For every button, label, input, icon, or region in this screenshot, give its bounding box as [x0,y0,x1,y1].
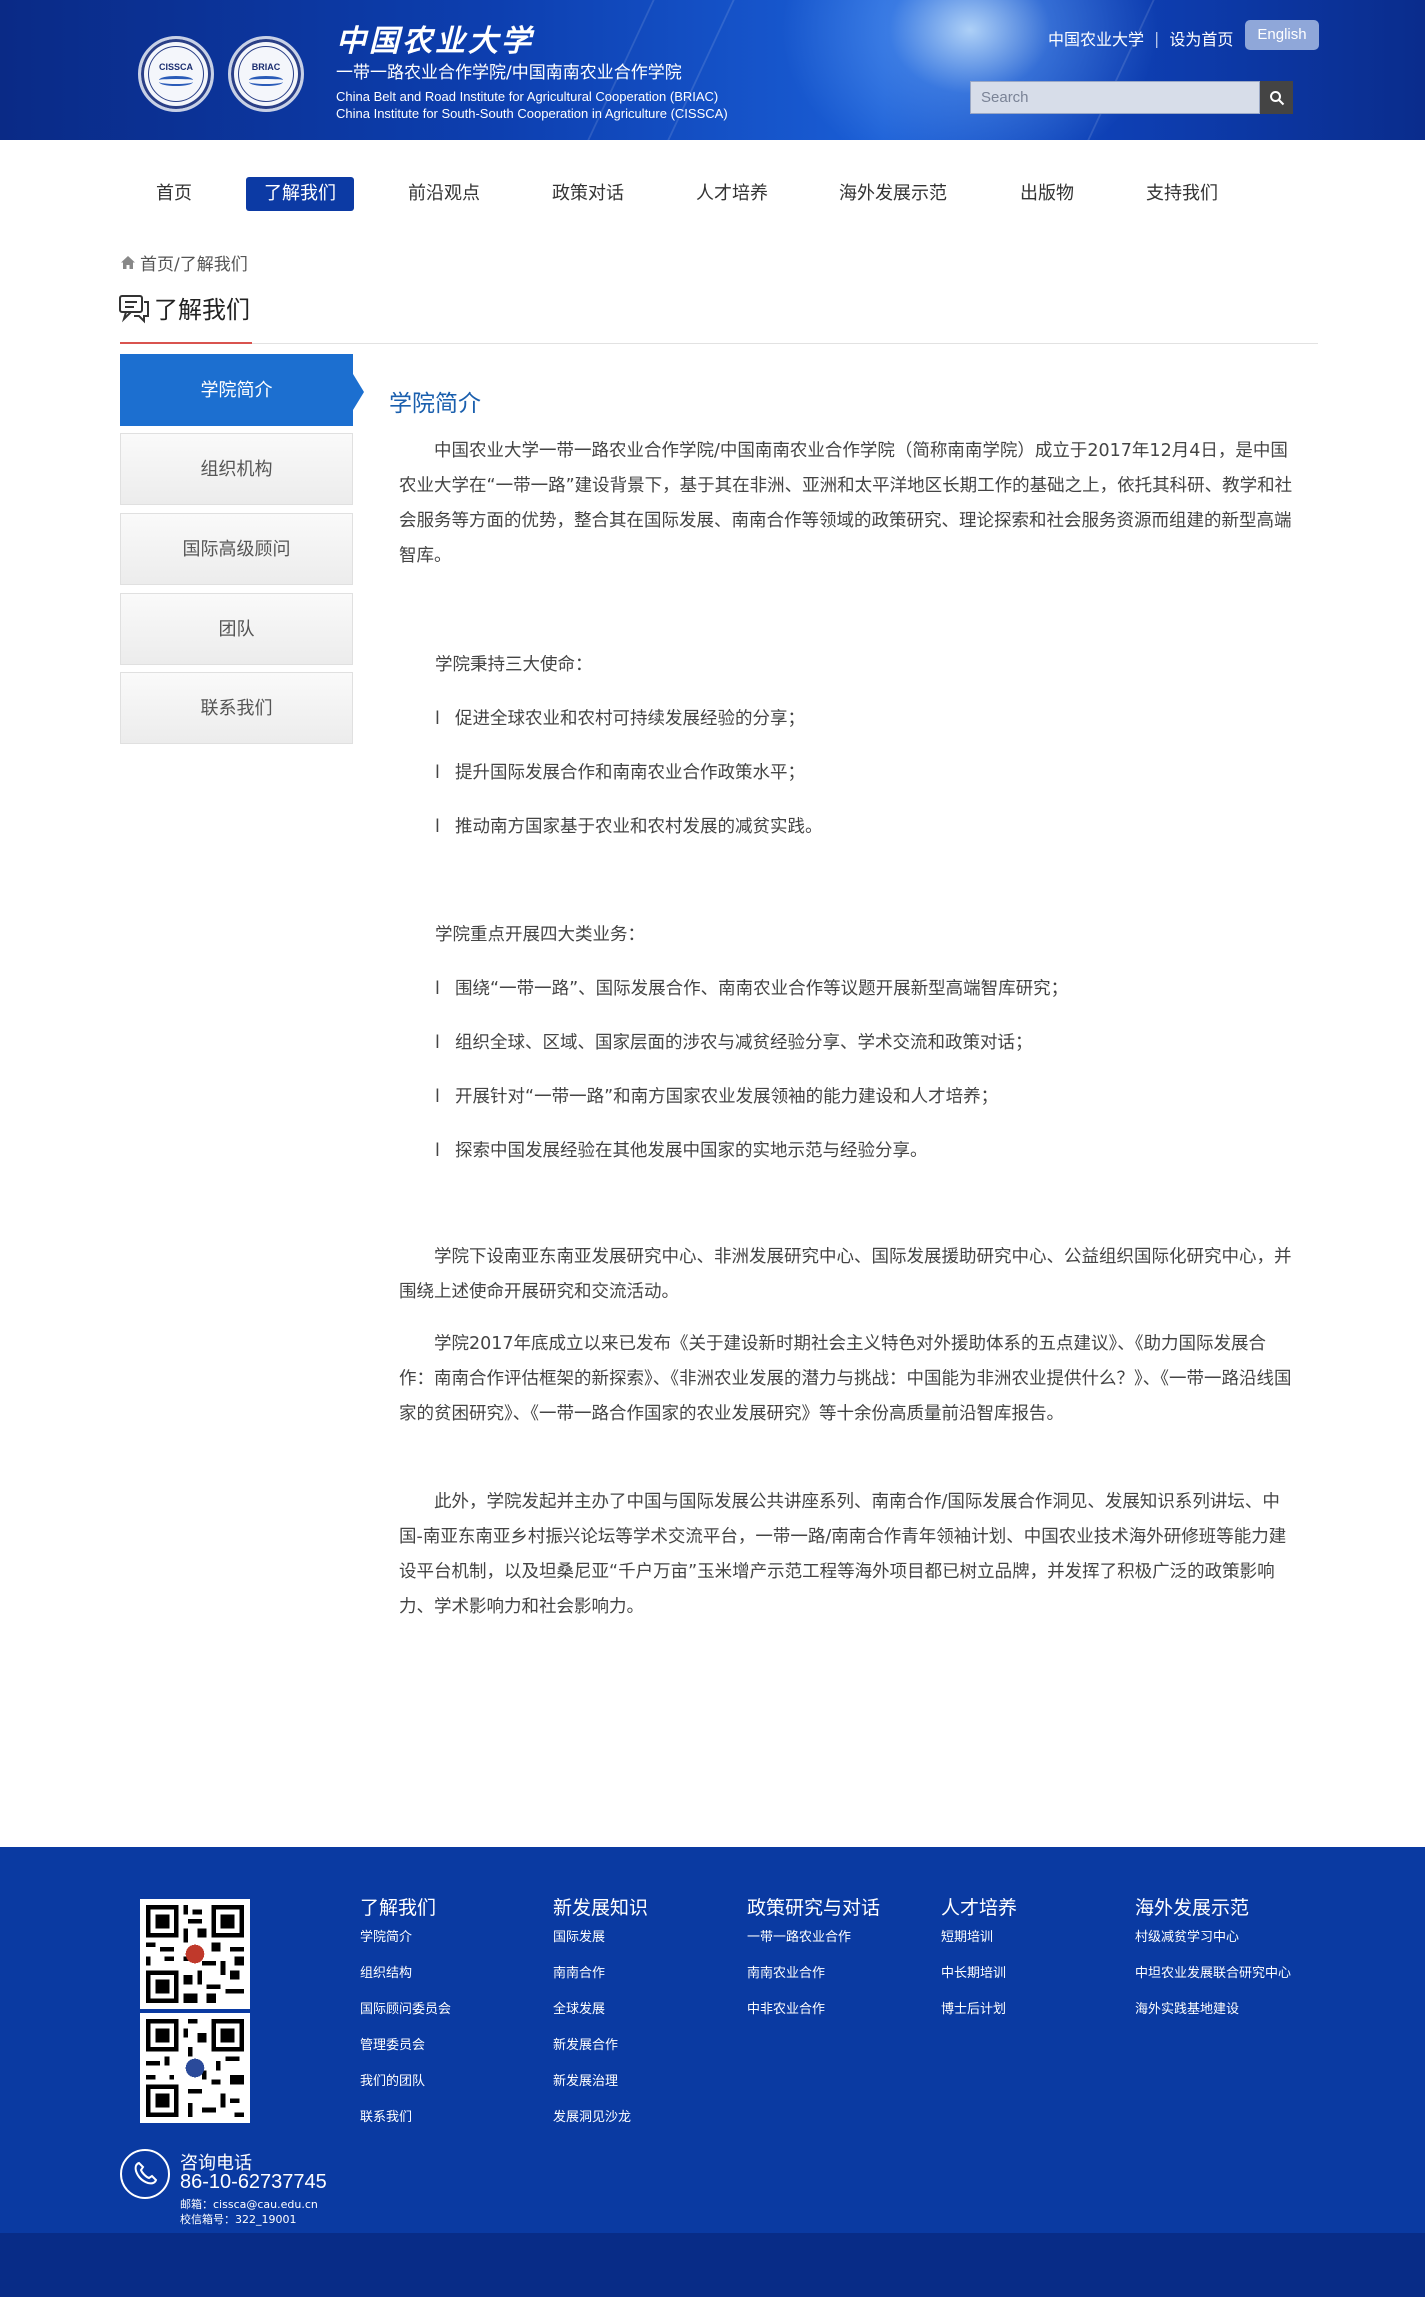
contact-email[interactable]: 邮箱：cissca@cau.edu.cn [180,2196,318,2212]
sidebar-item-organization[interactable]: 组织机构 [120,433,353,505]
footer-link[interactable]: 全球发展 [553,1998,605,2017]
contact-mailbox: 校信箱号：322_19001 [180,2213,297,2226]
article-paragraph: 此外，学院发起并主办了中国与国际发展公共讲座系列、南南合作/国际发展合作洞见、发… [399,1492,1287,1617]
footer-bottom-bar [0,2233,1425,2297]
footer-link[interactable]: 一带一路农业合作 [747,1926,851,1945]
nav-item-publications[interactable]: 出版物 [1007,177,1087,211]
footer-column-title[interactable]: 政策研究与对话 [747,1893,880,1920]
footer-link[interactable]: 中坦农业发展联合研究中心 [1135,1962,1291,1981]
footer-link[interactable]: 新发展治理 [553,2070,618,2089]
bullet-mark: l [435,763,440,783]
footer-column-title[interactable]: 人才培养 [941,1893,1017,1920]
footer-link[interactable]: 管理委员会 [360,2034,425,2053]
footer-link[interactable]: 新发展合作 [553,2034,618,2053]
footer-link[interactable]: 我们的团队 [360,2070,425,2089]
footer-link[interactable]: 中长期培训 [941,1962,1006,1981]
qr-code-site-icon [140,2013,250,2123]
breadcrumb-text[interactable]: 首页/了解我们 [140,250,248,275]
footer-link[interactable]: 联系我们 [360,2106,412,2125]
article-heading: 学院简介 [389,391,481,417]
title-divider [120,343,1318,344]
list-item: l 促进全球农业和农村可持续发展经验的分享； [435,709,805,729]
footer-link[interactable]: 海外实践基地建设 [1135,1998,1239,2017]
site-header: CISSCA BRIAC 中国农业大学 一带一路农业合作学院/中国南南农业合作学… [0,0,1425,140]
briac-seal-logo[interactable]: BRIAC [228,36,304,112]
bullet-mark: l [435,1087,440,1107]
footer-link[interactable]: 学院简介 [360,1926,412,1945]
phone-number[interactable]: 86-10-62737745 [180,2171,327,2194]
search-button[interactable] [1260,81,1293,114]
bullet-mark: l [435,1033,440,1053]
cissca-seal-logo[interactable]: CISSCA [138,36,214,112]
list-item: l 围绕“一带一路”、国际发展合作、南南农业合作等议题开展新型高端智库研究； [435,979,1069,999]
nav-item-home[interactable]: 首页 [140,177,208,211]
institute-english-name-1: China Belt and Road Institute for Agricu… [336,89,719,104]
qr-code-wechat-icon [140,1899,250,2009]
nav-item-overseas[interactable]: 海外发展示范 [828,177,958,211]
institute-english-name-2: China Institute for South-South Cooperat… [336,106,728,121]
link-separator: | [1154,28,1160,48]
breadcrumb: 首页/了解我们 [120,250,248,275]
sidebar-item-contact[interactable]: 联系我们 [120,672,353,744]
footer-column-title[interactable]: 海外发展示范 [1135,1893,1249,1920]
footer-link[interactable]: 发展洞见沙龙 [553,2106,631,2125]
sidebar-item-advisors[interactable]: 国际高级顾问 [120,513,353,585]
bullet-mark: l [435,709,440,729]
article-paragraph: 中国农业大学一带一路农业合作学院/中国南南农业合作学院（简称南南学院）成立于20… [399,441,1293,566]
page-title: 了解我们 [118,290,250,325]
list-item: l 探索中国发展经验在其他发展中国家的实地示范与经验分享。 [435,1141,928,1161]
english-button[interactable]: English [1245,20,1319,50]
top-links: 中国农业大学 | 设为首页 [1048,26,1233,50]
search-input[interactable]: Search [970,81,1260,114]
bullet-mark: l [435,979,440,999]
footer-link[interactable]: 村级减贫学习中心 [1135,1926,1239,1945]
nav-item-frontier[interactable]: 前沿观点 [394,177,494,211]
footer-column-title[interactable]: 新发展知识 [553,1893,648,1920]
bullet-mark: l [435,817,440,837]
missions-title: 学院秉持三大使命： [435,655,593,675]
home-icon[interactable] [120,255,136,270]
list-item: l 推动南方国家基于农业和农村发展的减贫实践。 [435,817,823,837]
list-item: l 提升国际发展合作和南南农业合作政策水平； [435,763,805,783]
footer-link[interactable]: 组织结构 [360,1962,412,1981]
list-item: l 组织全球、区域、国家层面的涉农与减贫经验分享、学术交流和政策对话； [435,1033,1033,1053]
list-item: l 开展针对“一带一路”和南方国家农业发展领袖的能力建设和人才培养； [435,1087,999,1107]
title-accent-line [120,342,252,344]
footer-link[interactable]: 国际发展 [553,1926,605,1945]
institute-name: 一带一路农业合作学院/中国南南农业合作学院 [336,63,682,83]
footer-link[interactable]: 南南合作 [553,1962,605,1981]
chat-icon [119,294,149,323]
sidebar-active-arrow [353,374,364,410]
university-logo-text[interactable]: 中国农业大学 [336,16,534,60]
page-title-text: 了解我们 [154,296,250,324]
header-light-glow [780,0,1160,140]
bullet-mark: l [435,1141,440,1161]
sidebar-item-team[interactable]: 团队 [120,593,353,665]
link-university[interactable]: 中国农业大学 [1048,26,1144,50]
nav-item-talent[interactable]: 人才培养 [682,177,782,211]
nav-item-about[interactable]: 了解我们 [246,177,354,211]
nav-item-support[interactable]: 支持我们 [1134,177,1230,211]
link-set-homepage[interactable]: 设为首页 [1169,26,1233,50]
business-title: 学院重点开展四大类业务： [435,925,645,945]
footer-link[interactable]: 博士后计划 [941,1998,1006,2017]
sidebar-item-intro[interactable]: 学院简介 [120,354,353,426]
footer-column-title[interactable]: 了解我们 [360,1893,436,1920]
article-paragraph: 学院下设南亚东南亚发展研究中心、非洲发展研究中心、国际发展援助研究中心、公益组织… [399,1247,1292,1302]
footer-link[interactable]: 南南农业合作 [747,1962,825,1981]
nav-item-policy[interactable]: 政策对话 [538,177,638,211]
main-nav: 首页 了解我们 前沿观点 政策对话 人才培养 海外发展示范 出版物 支持我们 [0,140,1425,248]
footer-link[interactable]: 短期培训 [941,1926,993,1945]
search-icon [1269,90,1284,105]
phone-icon [120,2149,170,2199]
article-paragraph: 学院2017年底成立以来已发布《关于建设新时期社会主义特色对外援助体系的五点建议… [399,1334,1292,1424]
footer-link[interactable]: 中非农业合作 [747,1998,825,2017]
footer-link[interactable]: 国际顾问委员会 [360,1998,451,2017]
